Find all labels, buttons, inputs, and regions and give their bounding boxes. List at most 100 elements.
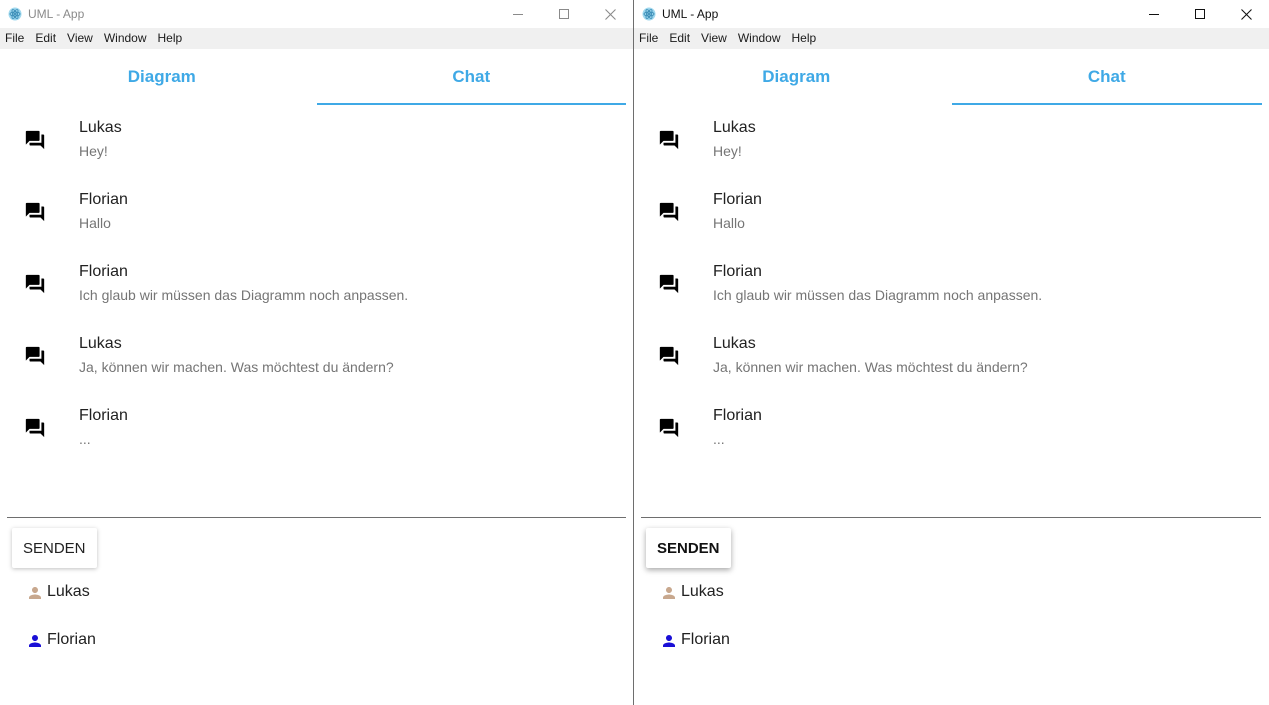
message-text: Ja, können wir machen. Was möchtest du ä… [713,359,1028,375]
send-button[interactable]: SENDEN [12,528,97,568]
forum-chat-icon [25,418,45,438]
message-text: Hallo [79,215,111,231]
message-item: Florian Hallo [634,185,1269,257]
person-icon [663,587,675,599]
menu-help[interactable]: Help [158,28,190,49]
user-item: Florian [634,624,1269,672]
message-author: Lukas [79,119,122,136]
message-item: Florian Ich glaub wir müssen das Diagram… [0,257,633,329]
tab-chat[interactable]: Chat [951,49,1263,105]
forum-chat-icon [25,274,45,294]
user-item: Florian [0,624,633,672]
message-text: Hey! [79,143,108,159]
message-author: Florian [713,191,762,208]
window-controls [495,0,633,28]
menu-file[interactable]: File [5,28,31,49]
electron-atom-icon [642,7,656,21]
menu-file[interactable]: File [639,28,665,49]
title-bar[interactable]: UML - App [0,0,633,28]
menu-help[interactable]: Help [792,28,824,49]
tab-bar: Diagram Chat [7,49,626,105]
maximize-icon [1195,9,1205,19]
close-icon [604,8,616,20]
user-name: Lukas [47,583,90,600]
user-name: Lukas [681,583,724,600]
window-controls [1131,0,1269,28]
menu-edit[interactable]: Edit [669,28,697,49]
user-item: Lukas [0,576,633,624]
tab-diagram[interactable]: Diagram [641,49,952,105]
message-input[interactable] [7,517,626,518]
tab-diagram[interactable]: Diagram [7,49,317,105]
tab-bar: Diagram Chat [641,49,1262,105]
app-window-left: UML - App File Edit View Window Help Dia… [0,0,633,705]
forum-chat-icon [659,202,679,222]
person-icon [29,587,41,599]
message-author: Lukas [79,335,122,352]
message-text: Ich glaub wir müssen das Diagramm noch a… [713,287,1043,303]
maximize-button[interactable] [1177,0,1223,28]
menu-view[interactable]: View [67,28,100,49]
electron-atom-icon [8,7,22,21]
message-item: Lukas Hey! [634,113,1269,185]
close-button[interactable] [587,0,633,28]
message-text: Hey! [713,143,742,159]
forum-chat-icon [659,418,679,438]
maximize-button[interactable] [541,0,587,28]
menu-window[interactable]: Window [738,28,788,49]
menu-bar: File Edit View Window Help [0,28,633,49]
title-bar[interactable]: UML - App [634,0,1269,28]
message-input[interactable] [641,517,1261,518]
message-author: Florian [79,407,128,424]
message-text: Ich glaub wir müssen das Diagramm noch a… [79,287,409,303]
minimize-icon [1149,14,1159,15]
forum-chat-icon [659,346,679,366]
minimize-button[interactable] [495,0,541,28]
user-list: Lukas Florian [634,576,1269,672]
menu-view[interactable]: View [701,28,734,49]
forum-chat-icon [25,202,45,222]
message-item: Florian Hallo [0,185,633,257]
user-list: Lukas Florian [0,576,633,672]
message-item: Lukas Ja, können wir machen. Was möchtes… [634,329,1269,401]
app-window-right: UML - App File Edit View Window Help Dia… [634,0,1269,705]
user-item: Lukas [634,576,1269,624]
message-text: Ja, können wir machen. Was möchtest du ä… [79,359,394,375]
message-list: Lukas Hey! Florian Hallo Florian Ich gla… [634,113,1269,473]
message-list: Lukas Hey! Florian Hallo Florian Ich gla… [0,113,633,473]
message-author: Florian [713,407,762,424]
minimize-button[interactable] [1131,0,1177,28]
message-item: Florian Ich glaub wir müssen das Diagram… [634,257,1269,329]
message-text: ... [79,431,91,447]
menu-edit[interactable]: Edit [35,28,63,49]
close-button[interactable] [1223,0,1269,28]
message-text: ... [713,431,725,447]
desktop: UML - App File Edit View Window Help Dia… [0,0,1269,705]
window-title: UML - App [28,7,85,21]
user-name: Florian [47,631,96,648]
maximize-icon [559,9,569,19]
menu-window[interactable]: Window [104,28,154,49]
window-title: UML - App [662,7,719,21]
message-author: Florian [79,263,128,280]
close-icon [1240,8,1252,20]
minimize-icon [513,14,523,15]
forum-chat-icon [25,130,45,150]
message-author: Lukas [713,119,756,136]
forum-chat-icon [659,130,679,150]
message-text: Hallo [713,215,745,231]
forum-chat-icon [659,274,679,294]
send-button[interactable]: SENDEN [646,528,731,568]
menu-bar: File Edit View Window Help [634,28,1269,49]
person-icon [29,635,41,647]
message-item: Lukas Hey! [0,113,633,185]
message-author: Lukas [713,335,756,352]
message-item: Florian ... [634,401,1269,473]
tab-chat[interactable]: Chat [316,49,627,105]
person-icon [663,635,675,647]
message-item: Lukas Ja, können wir machen. Was möchtes… [0,329,633,401]
message-item: Florian ... [0,401,633,473]
message-author: Florian [713,263,762,280]
message-author: Florian [79,191,128,208]
user-name: Florian [681,631,730,648]
